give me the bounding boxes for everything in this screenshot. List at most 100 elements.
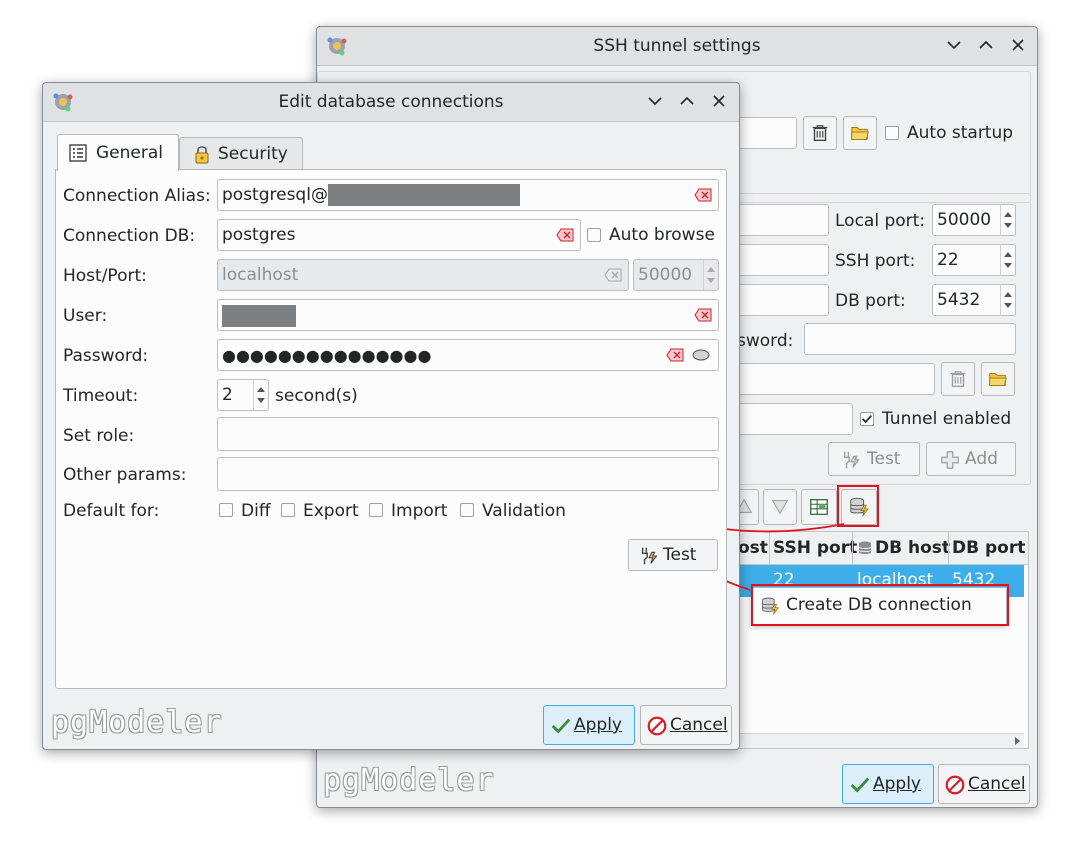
ssh-window-title: SSH tunnel settings	[593, 36, 761, 56]
column-header-db-port[interactable]: DB port	[952, 538, 1025, 558]
default-validation-label: Validation	[482, 501, 566, 521]
triangle-down-icon	[771, 499, 789, 515]
folder-icon	[989, 373, 1007, 386]
redacted-hostname	[328, 184, 520, 206]
header-divider	[769, 532, 770, 564]
clear-text-icon[interactable]	[556, 228, 574, 242]
folder-icon	[851, 127, 869, 140]
minimize-chevron-icon[interactable]	[944, 35, 964, 55]
ssh-key-field[interactable]	[735, 363, 935, 395]
default-export-label: Export	[303, 501, 359, 521]
spin-arrows-icon[interactable]	[253, 380, 268, 410]
cancel-icon	[945, 775, 965, 795]
user-field[interactable]	[217, 299, 719, 331]
other-params-field[interactable]	[217, 457, 719, 491]
ssh-port-spinbox[interactable]: 22	[932, 244, 1016, 276]
checkmark-icon	[862, 415, 872, 424]
close-icon[interactable]	[1008, 35, 1028, 55]
password-label-partial: sword:	[737, 331, 794, 351]
key-open-button[interactable]	[981, 362, 1015, 396]
timeout-spinbox[interactable]: 2	[217, 379, 269, 411]
timeout-label: Timeout:	[63, 386, 139, 406]
clear-text-icon[interactable]	[694, 188, 712, 202]
connection-alias-field[interactable]: postgresql@	[217, 179, 719, 211]
ssh-user-field[interactable]	[735, 244, 829, 276]
tunnel-enabled-checkbox[interactable]	[860, 412, 874, 426]
ssh-name-field[interactable]	[735, 117, 797, 149]
eye-icon[interactable]	[692, 348, 710, 362]
ssh-add-button[interactable]: Add	[926, 442, 1016, 476]
checkmark-icon	[850, 777, 870, 793]
default-diff-label: Diff	[241, 501, 271, 521]
column-header-host[interactable]: ost	[738, 538, 768, 558]
clear-text-icon[interactable]	[604, 268, 622, 282]
edit-table-button[interactable]	[801, 489, 837, 525]
scroll-right-arrow-icon[interactable]	[1015, 737, 1020, 745]
key-remove-button[interactable]	[941, 362, 975, 396]
ssh-extra-field[interactable]	[735, 403, 853, 435]
default-export-checkbox[interactable]	[281, 503, 295, 517]
trash-icon	[812, 125, 828, 142]
pgmodeler-logo: pgModeler	[323, 763, 495, 798]
spin-arrows-icon[interactable]	[703, 260, 718, 290]
ssh-cancel-button[interactable]: Cancel	[938, 764, 1030, 804]
ssh-host-field[interactable]	[735, 204, 829, 236]
db-port-label: DB port:	[835, 291, 906, 311]
host-port-label: Host/Port:	[63, 266, 147, 286]
connection-db-field[interactable]: postgres	[217, 219, 581, 251]
create-connection-highlight	[837, 485, 879, 527]
connection-db-label: Connection DB:	[63, 226, 196, 246]
connection-alias-label: Connection Alias:	[63, 186, 211, 206]
set-role-label: Set role:	[63, 426, 135, 446]
ssh-open-button[interactable]	[843, 116, 877, 150]
auto-startup-checkbox[interactable]	[885, 126, 899, 140]
host-field[interactable]: localhost	[217, 259, 629, 291]
default-import-label: Import	[391, 501, 448, 521]
ssh-password-field[interactable]	[804, 323, 1016, 355]
default-import-checkbox[interactable]	[369, 503, 383, 517]
tunnel-enabled-label: Tunnel enabled	[882, 409, 1012, 429]
user-label: User:	[63, 306, 108, 326]
default-for-label: Default for:	[63, 501, 160, 521]
password-field[interactable]: ●●●●●●●●●●●●●●●	[217, 339, 719, 371]
db-host-field[interactable]	[735, 284, 829, 316]
db-port-spinbox[interactable]: 5432	[932, 284, 1016, 316]
plus-icon	[941, 451, 959, 469]
spin-arrows-icon[interactable]	[1000, 205, 1015, 235]
general-form: Connection Alias: postgresql@ Connection…	[43, 83, 739, 749]
ssh-apply-button[interactable]: Apply	[842, 764, 934, 804]
clear-text-icon[interactable]	[694, 308, 712, 322]
default-diff-checkbox[interactable]	[219, 503, 233, 517]
auto-browse-checkbox[interactable]	[587, 228, 601, 242]
header-divider	[852, 532, 853, 564]
plug-lightning-icon	[843, 451, 860, 469]
timeout-unit-label: second(s)	[275, 386, 358, 406]
maximize-chevron-icon[interactable]	[976, 35, 996, 55]
ssh-titlebar: SSH tunnel settings	[317, 27, 1037, 66]
column-header-ssh-port[interactable]: SSH port	[773, 538, 857, 558]
auto-browse-label: Auto browse	[609, 225, 715, 245]
trash-icon	[950, 371, 966, 388]
default-validation-checkbox[interactable]	[460, 503, 474, 517]
test-connection-button[interactable]: Test	[628, 539, 718, 571]
port-spinbox[interactable]: 50000	[633, 259, 719, 291]
redacted-username	[222, 305, 296, 327]
context-menu-highlight	[751, 584, 1009, 626]
ssh-remove-button[interactable]	[803, 116, 837, 150]
ssh-port-label: SSH port:	[835, 251, 916, 271]
clear-text-icon[interactable]	[666, 348, 684, 362]
database-icon	[858, 541, 872, 554]
password-label: Password:	[63, 346, 149, 366]
ssh-test-button[interactable]: Test	[828, 442, 920, 476]
edit-connections-window: Edit database connections General Securi…	[42, 82, 740, 750]
plug-lightning-icon	[641, 547, 658, 565]
move-down-button[interactable]	[763, 489, 797, 525]
spin-arrows-icon[interactable]	[1000, 245, 1015, 275]
local-port-spinbox[interactable]: 50000	[932, 204, 1016, 236]
local-port-label: Local port:	[835, 211, 926, 231]
header-divider	[948, 532, 949, 564]
spin-arrows-icon[interactable]	[1000, 285, 1015, 315]
column-header-db-host[interactable]: DB host	[875, 538, 950, 558]
set-role-field[interactable]	[217, 417, 719, 451]
table-edit-icon	[810, 499, 828, 515]
